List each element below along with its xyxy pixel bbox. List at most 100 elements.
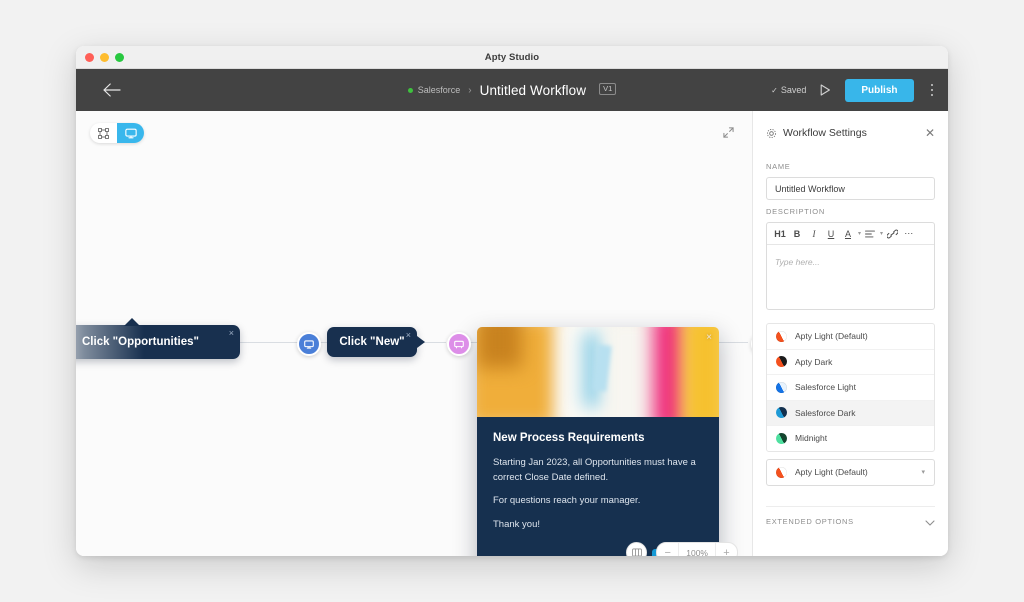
modal-window-icon bbox=[454, 340, 464, 348]
chevron-down-icon: ▾ bbox=[921, 469, 925, 476]
workflow-node-click-opportunities[interactable]: Click "Opportunities" × bbox=[76, 318, 240, 359]
link-button[interactable] bbox=[884, 226, 900, 242]
publish-button[interactable]: Publish bbox=[845, 78, 914, 102]
preview-button[interactable] bbox=[820, 84, 831, 96]
workflow-node-click-new[interactable]: Click "New" × bbox=[327, 327, 425, 357]
bold-button[interactable]: B bbox=[789, 226, 805, 242]
zoom-level-value: 100% bbox=[678, 543, 716, 556]
theme-swatch-icon bbox=[774, 405, 789, 421]
canvas-zoom-controls: − 100% + bbox=[626, 542, 738, 556]
description-placeholder: Type here... bbox=[775, 257, 820, 267]
more-menu-button[interactable] bbox=[928, 80, 937, 101]
node-pointer bbox=[417, 336, 425, 348]
modal-paragraph: Thank you! bbox=[493, 519, 540, 531]
saved-status: ✓ Saved bbox=[771, 85, 806, 95]
theme-option-apty-dark[interactable]: Apty Dark bbox=[767, 350, 934, 375]
extended-options-section[interactable]: EXTENDED OPTIONS bbox=[766, 505, 935, 537]
panel-close-button[interactable]: ✕ bbox=[925, 127, 935, 139]
node-close-button[interactable]: × bbox=[229, 329, 234, 338]
link-chain-icon bbox=[886, 229, 898, 238]
app-topbar: Salesforce › Untitled Workflow V1 ✓ Save… bbox=[76, 69, 948, 111]
node-pointer bbox=[124, 318, 140, 326]
modal-paragraph: Starting Jan 2023, all Opportunities mus… bbox=[493, 457, 696, 483]
more-options-button[interactable]: ⋯ bbox=[901, 226, 917, 242]
theme-option-midnight[interactable]: Midnight bbox=[767, 426, 934, 451]
theme-option-label: Apty Light (Default) bbox=[795, 331, 868, 342]
theme-swatch-icon bbox=[774, 379, 789, 395]
tooltip-step-badge[interactable] bbox=[297, 332, 321, 356]
workflow-settings-panel: Workflow Settings ✕ NAME DESCRIPTION H1 … bbox=[752, 111, 948, 556]
saved-label: Saved bbox=[780, 85, 807, 95]
modal-title: New Process Requirements bbox=[493, 432, 645, 444]
modal-close-button[interactable]: × bbox=[706, 332, 712, 343]
kebab-dot bbox=[930, 83, 933, 87]
theme-option-label: Apty Dark bbox=[795, 356, 833, 367]
workflow-canvas[interactable]: Click "Opportunities" × Click "New" × × … bbox=[76, 111, 752, 556]
theme-option-apty-light[interactable]: Apty Light (Default) bbox=[767, 324, 934, 350]
align-chevron-down-icon[interactable]: ▾ bbox=[880, 230, 883, 237]
flow-view-button[interactable] bbox=[90, 123, 117, 143]
theme-list: Apty Light (Default) Apty Dark Salesforc… bbox=[766, 323, 935, 452]
back-button[interactable] bbox=[98, 76, 126, 104]
canvas-toolbar bbox=[90, 123, 144, 143]
check-icon: ✓ bbox=[771, 85, 778, 95]
theme-option-label: Salesforce Light bbox=[795, 382, 856, 393]
flow-branch-icon bbox=[98, 127, 109, 139]
description-textarea[interactable]: Type here... bbox=[767, 245, 934, 309]
theme-select-label: Apty Light (Default) bbox=[795, 467, 868, 477]
theme-swatch-icon bbox=[774, 430, 789, 446]
fit-to-screen-button[interactable] bbox=[626, 542, 648, 556]
screen-tooltip-icon bbox=[124, 128, 137, 138]
main-content: Click "Opportunities" × Click "New" × × … bbox=[76, 111, 948, 556]
align-left-icon bbox=[865, 230, 875, 237]
modal-step-badge[interactable] bbox=[447, 332, 471, 356]
name-field-label: NAME bbox=[766, 162, 791, 171]
rte-toolbar: H1 B I U A ▾ ▾ ⋯ bbox=[767, 223, 934, 245]
fit-to-screen-icon bbox=[631, 548, 642, 556]
description-rich-text-editor: H1 B I U A ▾ ▾ ⋯ Type here... bbox=[766, 222, 935, 310]
panel-title: Workflow Settings bbox=[783, 127, 867, 139]
zoom-in-button[interactable]: + bbox=[716, 543, 737, 557]
image-blur-blob bbox=[477, 327, 522, 368]
topbar-actions: ✓ Saved Publish bbox=[771, 78, 937, 102]
panel-header: Workflow Settings ✕ bbox=[766, 111, 935, 155]
theme-option-salesforce-dark[interactable]: Salesforce Dark bbox=[767, 400, 934, 426]
node-label: Click "New" bbox=[339, 336, 405, 348]
theme-option-label: Midnight bbox=[795, 433, 828, 444]
tooltip-step-badge[interactable] bbox=[751, 332, 752, 356]
node-label: Click "Opportunities" bbox=[82, 336, 199, 348]
align-button[interactable] bbox=[862, 226, 878, 242]
breadcrumb-separator: › bbox=[468, 84, 472, 96]
play-outline-icon bbox=[821, 84, 831, 96]
theme-swatch-icon bbox=[774, 328, 789, 344]
breadcrumb-app[interactable]: Salesforce bbox=[407, 85, 461, 95]
screen-view-button[interactable] bbox=[117, 123, 144, 143]
zoom-out-button[interactable]: − bbox=[657, 543, 678, 557]
node-close-button[interactable]: × bbox=[406, 331, 411, 340]
workflow-name-input[interactable] bbox=[766, 177, 935, 200]
window-titlebar: Apty Studio bbox=[76, 46, 948, 69]
zoom-stepper: − 100% + bbox=[656, 542, 738, 556]
text-color-button[interactable]: A bbox=[840, 226, 856, 242]
expand-canvas-button[interactable] bbox=[718, 122, 738, 142]
version-badge: V1 bbox=[599, 83, 617, 95]
arrow-left-icon bbox=[103, 83, 121, 97]
image-blur-blob bbox=[681, 327, 719, 417]
theme-option-salesforce-light[interactable]: Salesforce Light bbox=[767, 375, 934, 401]
underline-button[interactable]: U bbox=[823, 226, 839, 242]
kebab-dot bbox=[930, 93, 933, 97]
extended-options-label: EXTENDED OPTIONS bbox=[766, 517, 854, 526]
italic-button[interactable]: I bbox=[806, 226, 822, 242]
kebab-dot bbox=[930, 88, 933, 92]
description-field-label: DESCRIPTION bbox=[766, 207, 825, 216]
text-color-chevron-down-icon[interactable]: ▾ bbox=[858, 230, 861, 237]
theme-swatch-icon bbox=[774, 464, 789, 480]
gear-icon bbox=[766, 128, 777, 138]
breadcrumb-app-label: Salesforce bbox=[417, 85, 461, 95]
mode-toggle bbox=[90, 123, 144, 143]
modal-preview-card[interactable]: × New Process Requirements Starting Jan … bbox=[477, 327, 719, 556]
expand-diagonal-icon bbox=[722, 126, 734, 138]
theme-select-dropdown[interactable]: Apty Light (Default) ▾ bbox=[766, 458, 935, 486]
chevron-down-icon bbox=[925, 513, 935, 531]
heading-1-button[interactable]: H1 bbox=[772, 226, 788, 242]
